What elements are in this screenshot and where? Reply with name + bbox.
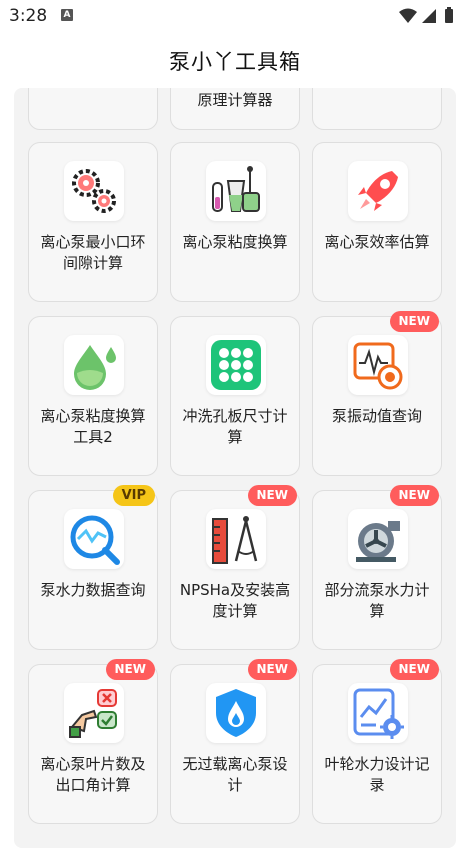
tool-card[interactable]: 离心泵粘度换算工具2 xyxy=(28,316,158,476)
new-badge: NEW xyxy=(389,311,439,332)
tool-card[interactable]: VIP 泵水力数据查询 xyxy=(28,485,158,650)
tool-card-partial[interactable]: 原理计算器 xyxy=(170,88,300,130)
signal-icon xyxy=(422,9,436,23)
tools-panel: 原理计算器 离心泵最小口环间隙计算 离心泵粘度换算 离心泵效率估算 离心泵粘度换… xyxy=(14,88,456,848)
tool-label: NPSHa及安装高度计算 xyxy=(179,581,291,620)
tool-label-partial: 原理计算器 xyxy=(197,91,273,109)
tool-label: 离心泵效率估算 xyxy=(324,233,430,251)
battery-icon xyxy=(445,7,453,23)
status-bar: 3:28 A xyxy=(0,0,470,34)
pump-icon xyxy=(348,509,408,569)
tool-label: 离心泵最小口环间隙计算 xyxy=(40,233,146,272)
lab-flask-icon xyxy=(206,161,266,221)
gears-icon xyxy=(64,161,124,221)
app-header: 泵小丫工具箱 xyxy=(0,34,470,88)
checklist-hand-icon xyxy=(64,683,124,743)
tool-label: 离心泵粘度换算工具2 xyxy=(40,407,146,446)
new-badge: NEW xyxy=(389,659,439,680)
notification-app-icon: A xyxy=(61,9,73,21)
chart-magnifier-icon xyxy=(64,509,124,569)
shield-flame-icon xyxy=(206,683,266,743)
tool-card[interactable]: NEW 无过载离心泵设计 xyxy=(170,659,300,824)
page-title: 泵小丫工具箱 xyxy=(169,50,301,74)
new-badge: NEW xyxy=(247,659,297,680)
tool-label: 泵水力数据查询 xyxy=(40,581,146,599)
vip-badge: VIP xyxy=(112,485,155,506)
tool-card[interactable]: 冲洗孔板尺寸计算 xyxy=(170,316,300,476)
ruler-compass-icon xyxy=(206,509,266,569)
tool-card[interactable]: 离心泵粘度换算 xyxy=(170,142,300,302)
tool-label: 离心泵叶片数及出口角计算 xyxy=(40,755,146,794)
new-badge: NEW xyxy=(389,485,439,506)
tool-card[interactable]: NEW 泵振动值查询 xyxy=(312,311,442,476)
water-drop-icon xyxy=(64,335,124,395)
tool-label: 无过载离心泵设计 xyxy=(182,755,288,794)
tool-label: 泵振动值查询 xyxy=(331,407,422,425)
tool-card[interactable]: NEW 离心泵叶片数及出口角计算 xyxy=(28,659,158,824)
status-icons xyxy=(398,6,460,26)
tool-label: 冲洗孔板尺寸计算 xyxy=(182,407,288,446)
tool-card[interactable]: 离心泵最小口环间隙计算 xyxy=(28,142,158,302)
rocket-icon xyxy=(348,161,408,221)
tool-card[interactable]: NEW 叶轮水力设计记录 xyxy=(312,659,442,824)
tool-card[interactable]: NEW 部分流泵水力计算 xyxy=(312,485,442,650)
tool-card-partial[interactable] xyxy=(28,88,158,130)
orifice-plate-icon xyxy=(206,335,266,395)
tool-label: 叶轮水力设计记录 xyxy=(324,755,430,794)
tool-card-partial[interactable] xyxy=(312,88,442,130)
vibration-monitor-icon xyxy=(348,335,408,395)
tool-card[interactable]: 离心泵效率估算 xyxy=(312,142,442,302)
tool-label: 部分流泵水力计算 xyxy=(324,581,430,620)
design-record-icon xyxy=(348,683,408,743)
tool-card[interactable]: NEW NPSHa及安装高度计算 xyxy=(170,485,300,650)
tool-label: 离心泵粘度换算 xyxy=(182,233,288,251)
new-badge: NEW xyxy=(105,659,155,680)
new-badge: NEW xyxy=(247,485,297,506)
status-time: 3:28 xyxy=(9,6,48,26)
wifi-icon xyxy=(399,8,417,23)
